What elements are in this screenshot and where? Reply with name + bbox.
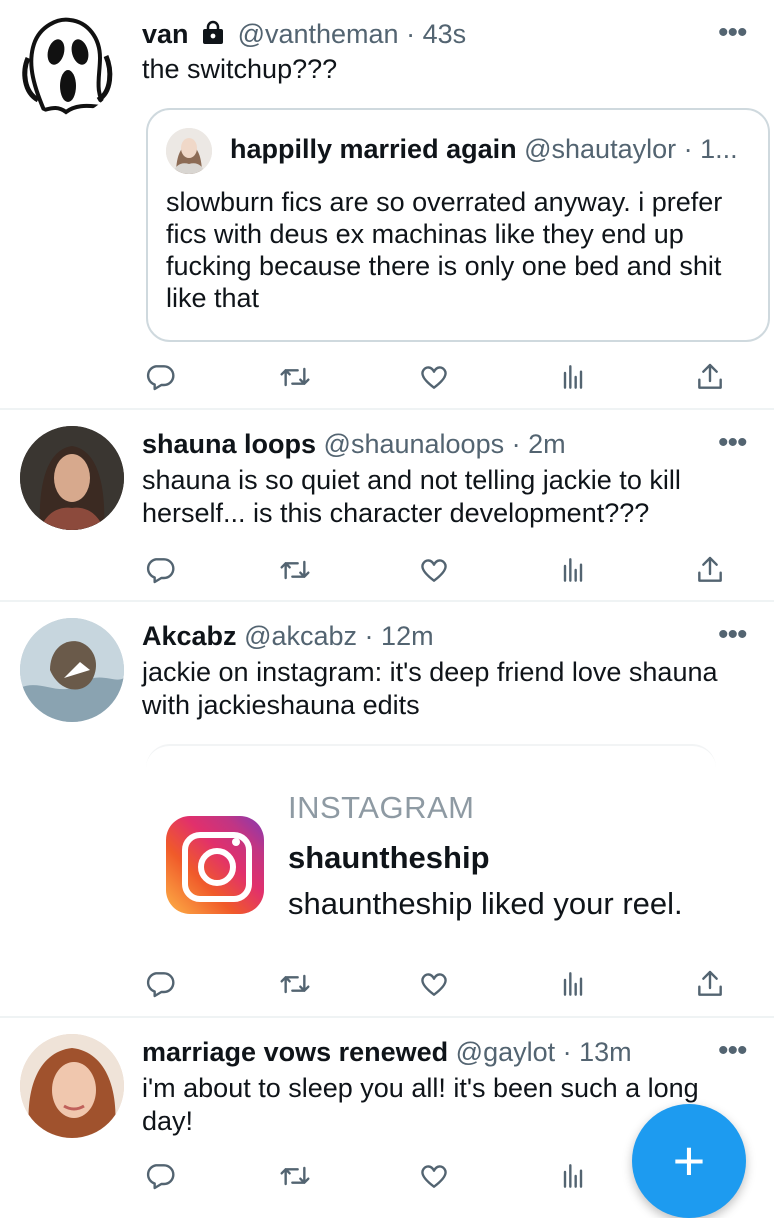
avatar[interactable] bbox=[20, 426, 124, 530]
analytics-icon[interactable] bbox=[553, 357, 593, 397]
more-options-icon[interactable]: ••• bbox=[718, 18, 747, 48]
retweet-icon[interactable] bbox=[275, 964, 315, 1004]
like-icon[interactable] bbox=[414, 357, 454, 397]
avatar[interactable] bbox=[14, 12, 118, 116]
more-options-icon[interactable]: ••• bbox=[718, 1036, 747, 1066]
tweet-actions bbox=[0, 357, 774, 397]
card-description: shauntheship liked your reel. bbox=[288, 886, 683, 921]
tweet-header: marriage vows renewed @gaylot · 13m bbox=[142, 1037, 632, 1067]
timestamp[interactable]: 13m bbox=[579, 1037, 632, 1067]
like-icon[interactable] bbox=[414, 964, 454, 1004]
tweet[interactable]: van @vantheman · 43s ••• the switchup???… bbox=[0, 0, 774, 408]
lock-icon bbox=[200, 16, 226, 56]
share-icon[interactable] bbox=[690, 964, 730, 1004]
tweet-header: shauna loops @shaunaloops · 2m bbox=[142, 429, 566, 459]
reply-icon[interactable] bbox=[140, 357, 180, 397]
avatar[interactable] bbox=[20, 1034, 124, 1138]
display-name[interactable]: shauna loops bbox=[142, 429, 316, 459]
retweet-icon[interactable] bbox=[275, 357, 315, 397]
reply-icon[interactable] bbox=[140, 964, 180, 1004]
profile-photo-icon bbox=[166, 128, 212, 174]
avatar[interactable] bbox=[20, 618, 124, 722]
compose-button[interactable]: + bbox=[632, 1104, 746, 1218]
tweet-text: the switchup??? bbox=[142, 54, 338, 84]
reply-icon[interactable] bbox=[140, 550, 180, 590]
more-options-icon[interactable]: ••• bbox=[718, 620, 747, 650]
display-name[interactable]: van bbox=[142, 19, 189, 49]
profile-photo-icon bbox=[20, 426, 124, 530]
quoted-tweet[interactable]: happilly married again @shautaylor · 1..… bbox=[146, 108, 770, 342]
timestamp[interactable]: 12m bbox=[381, 621, 434, 651]
compose-plus-icon: + bbox=[672, 1129, 706, 1192]
retweet-icon[interactable] bbox=[275, 1156, 315, 1196]
analytics-icon[interactable] bbox=[553, 1156, 593, 1196]
like-icon[interactable] bbox=[414, 550, 454, 590]
more-options-icon[interactable]: ••• bbox=[718, 428, 747, 458]
user-handle[interactable]: @akcabz bbox=[244, 621, 357, 651]
tweet-header: van @vantheman · 43s bbox=[142, 14, 466, 56]
quoted-tweet-header: happilly married again @shautaylor · 1..… bbox=[230, 132, 738, 166]
retweet-icon[interactable] bbox=[275, 550, 315, 590]
tweet-header: Akcabz @akcabz · 12m bbox=[142, 621, 434, 651]
profile-photo-icon bbox=[20, 618, 124, 722]
tweet-actions bbox=[0, 550, 774, 590]
tweet[interactable]: Akcabz @akcabz · 12m ••• jackie on insta… bbox=[0, 602, 774, 1016]
tweet-text: jackie on instagram: it's deep friend lo… bbox=[142, 657, 718, 720]
like-icon[interactable] bbox=[414, 1156, 454, 1196]
user-handle[interactable]: @vantheman bbox=[238, 19, 399, 49]
avatar bbox=[166, 128, 212, 174]
share-icon[interactable] bbox=[690, 357, 730, 397]
profile-photo-icon bbox=[20, 1034, 124, 1138]
analytics-icon[interactable] bbox=[553, 964, 593, 1004]
tweet[interactable]: shauna loops @shaunaloops · 2m ••• shaun… bbox=[0, 410, 774, 600]
card-source: INSTAGRAM bbox=[288, 790, 475, 825]
quoted-tweet-text: slowburn fics are so overrated anyway. i… bbox=[166, 187, 723, 313]
display-name[interactable]: marriage vows renewed bbox=[142, 1037, 448, 1067]
user-handle[interactable]: @gaylot bbox=[456, 1037, 555, 1067]
analytics-icon[interactable] bbox=[553, 550, 593, 590]
quoted-handle: @shautaylor · 1... bbox=[524, 134, 738, 164]
instagram-logo-icon bbox=[166, 816, 264, 914]
card-title: shauntheship bbox=[288, 840, 490, 875]
share-icon[interactable] bbox=[690, 550, 730, 590]
timestamp[interactable]: 43s bbox=[423, 19, 467, 49]
quoted-display-name: happilly married again bbox=[230, 134, 517, 164]
timestamp[interactable]: 2m bbox=[528, 429, 566, 459]
display-name[interactable]: Akcabz bbox=[142, 621, 237, 651]
user-handle[interactable]: @shaunaloops bbox=[324, 429, 505, 459]
ghostface-mask-icon bbox=[22, 17, 113, 115]
tweet-text: shauna is so quiet and not telling jacki… bbox=[142, 465, 681, 528]
tweet-actions bbox=[0, 964, 774, 1004]
reply-icon[interactable] bbox=[140, 1156, 180, 1196]
link-card[interactable]: INSTAGRAM shauntheship shauntheship like… bbox=[146, 744, 716, 936]
